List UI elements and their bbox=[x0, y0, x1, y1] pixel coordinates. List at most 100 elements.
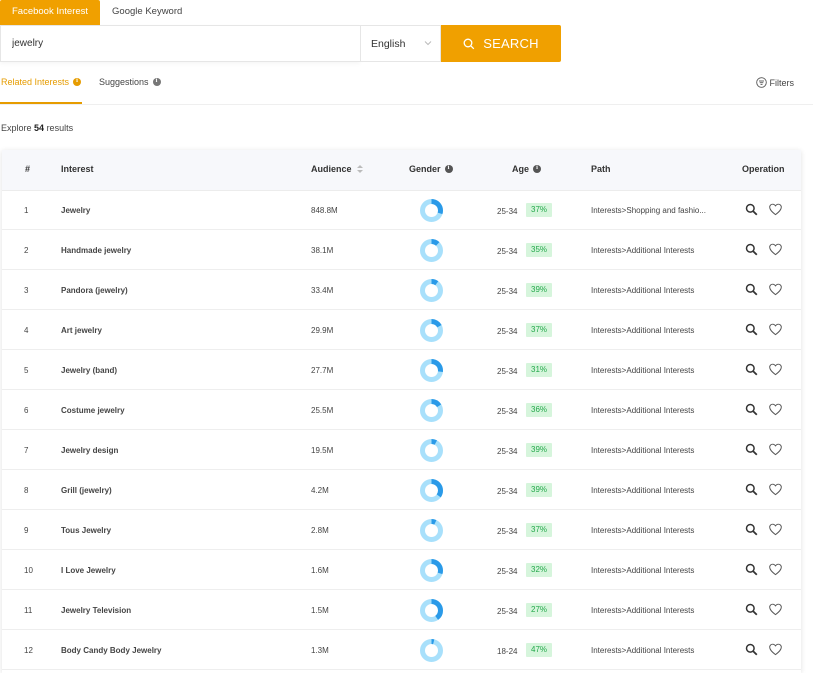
header-age-label: Age bbox=[512, 164, 530, 174]
heart-icon[interactable] bbox=[768, 602, 783, 617]
tab-suggestions[interactable]: Suggestions bbox=[99, 77, 161, 87]
search-icon[interactable] bbox=[745, 443, 758, 456]
interest-name: Costume jewelry bbox=[61, 406, 125, 415]
age-range: 25-34 bbox=[497, 607, 518, 616]
header-operation: Operation bbox=[742, 164, 785, 174]
interest-name: Handmade jewelry bbox=[61, 246, 132, 255]
search-icon[interactable] bbox=[745, 323, 758, 336]
row-number: 2 bbox=[24, 246, 29, 255]
row-number: 5 bbox=[24, 366, 29, 375]
gender-donut bbox=[420, 599, 443, 622]
age-range: 25-34 bbox=[497, 407, 518, 416]
row-number: 4 bbox=[24, 326, 29, 335]
tab-facebook-interest[interactable]: Facebook Interest bbox=[0, 0, 101, 25]
audience-size: 29.9M bbox=[311, 326, 334, 335]
tab-google-keyword[interactable]: Google Keyword bbox=[100, 0, 195, 25]
age-range: 25-34 bbox=[497, 207, 518, 216]
row-number: 3 bbox=[24, 286, 29, 295]
audience-size: 19.5M bbox=[311, 446, 334, 455]
interest-name: Body Candy Body Jewelry bbox=[61, 646, 162, 655]
header-audience[interactable]: Audience bbox=[311, 164, 363, 174]
header-path: Path bbox=[591, 164, 611, 174]
audience-size: 38.1M bbox=[311, 246, 334, 255]
age-percent-badge: 31% bbox=[526, 363, 553, 377]
search-icon[interactable] bbox=[745, 483, 758, 496]
age-percent-badge: 27% bbox=[526, 603, 553, 617]
heart-icon[interactable] bbox=[768, 242, 783, 257]
info-icon bbox=[152, 77, 161, 86]
age-percent-badge: 39% bbox=[526, 483, 553, 497]
gender-donut bbox=[420, 399, 443, 422]
interest-path: Interests>Additional Interests bbox=[591, 246, 695, 255]
gender-donut bbox=[420, 239, 443, 262]
interest-name: Grill (jewelry) bbox=[61, 486, 112, 495]
search-input[interactable] bbox=[1, 26, 363, 61]
heart-icon[interactable] bbox=[768, 402, 783, 417]
heart-icon[interactable] bbox=[768, 442, 783, 457]
age-percent-badge: 35% bbox=[526, 243, 553, 257]
audience-size: 1.6M bbox=[311, 566, 329, 575]
results-count: Explore 54 results bbox=[1, 123, 73, 133]
interest-name: Jewelry (band) bbox=[61, 366, 118, 375]
interest-path: Interests>Shopping and fashio... bbox=[591, 206, 706, 215]
table-row: 8 Grill (jewelry) 4.2M 25-34 39% Interests>Ad… bbox=[2, 470, 801, 510]
interest-path: Interests>Additional Interests bbox=[591, 646, 695, 655]
chevron-down-icon bbox=[424, 41, 432, 46]
row-number: 8 bbox=[24, 486, 29, 495]
tab-suggestions-label: Suggestions bbox=[99, 77, 149, 87]
age-percent-badge: 37% bbox=[526, 203, 553, 217]
sort-icon[interactable] bbox=[356, 164, 363, 174]
age-range: 25-34 bbox=[497, 287, 518, 296]
search-button[interactable]: SEARCH bbox=[441, 25, 561, 62]
table-header: # Interest Audience Gender Age Path Oper… bbox=[2, 150, 801, 191]
table-row: 10 I Love Jewelry 1.6M 25-34 32% Interests>Ad… bbox=[2, 550, 801, 590]
heart-icon[interactable] bbox=[768, 522, 783, 537]
table-row: 7 Jewelry design 19.5M 25-34 39% Interests>Ad… bbox=[2, 430, 801, 470]
heart-icon[interactable] bbox=[768, 282, 783, 297]
interest-path: Interests>Additional Interests bbox=[591, 446, 695, 455]
header-audience-label: Audience bbox=[311, 164, 352, 174]
audience-size: 25.5M bbox=[311, 406, 334, 415]
table-row: 4 Art jewelry 29.9M 25-34 37% Interests>Addit… bbox=[2, 310, 801, 350]
search-icon[interactable] bbox=[745, 283, 758, 296]
search-icon[interactable] bbox=[745, 603, 758, 616]
interest-path: Interests>Additional Interests bbox=[591, 566, 695, 575]
heart-icon[interactable] bbox=[768, 642, 783, 657]
gender-donut bbox=[420, 359, 443, 382]
heart-icon[interactable] bbox=[768, 322, 783, 337]
heart-icon[interactable] bbox=[768, 482, 783, 497]
row-number: 11 bbox=[24, 606, 33, 615]
interest-name: Tous Jewelry bbox=[61, 526, 112, 535]
interest-path: Interests>Additional Interests bbox=[591, 486, 695, 495]
search-icon[interactable] bbox=[745, 403, 758, 416]
results-suffix: results bbox=[46, 123, 74, 133]
tab-related-interests[interactable]: Related Interests bbox=[1, 77, 82, 87]
search-icon[interactable] bbox=[745, 643, 758, 656]
search-box bbox=[0, 25, 363, 62]
interests-table: # Interest Audience Gender Age Path Oper… bbox=[2, 150, 801, 673]
interest-name: Jewelry bbox=[61, 206, 91, 215]
interest-name: Jewelry Television bbox=[61, 606, 132, 615]
search-icon[interactable] bbox=[745, 243, 758, 256]
filters-button[interactable]: Filters bbox=[755, 77, 794, 88]
search-icon[interactable] bbox=[745, 363, 758, 376]
age-percent-badge: 39% bbox=[526, 283, 553, 297]
gender-donut bbox=[420, 479, 443, 502]
language-select[interactable]: English bbox=[360, 25, 441, 62]
filter-icon bbox=[755, 77, 767, 88]
age-range: 25-34 bbox=[497, 247, 518, 256]
search-icon[interactable] bbox=[745, 563, 758, 576]
table-row: 3 Pandora (jewelry) 33.4M 25-34 39% Interests… bbox=[2, 270, 801, 310]
audience-size: 1.3M bbox=[311, 646, 329, 655]
search-icon[interactable] bbox=[745, 203, 758, 216]
row-number: 12 bbox=[24, 646, 33, 655]
language-value: English bbox=[371, 38, 406, 50]
age-percent-badge: 37% bbox=[526, 323, 553, 337]
search-icon[interactable] bbox=[745, 523, 758, 536]
heart-icon[interactable] bbox=[768, 362, 783, 377]
results-number: 54 bbox=[34, 123, 45, 133]
heart-icon[interactable] bbox=[768, 202, 783, 217]
heart-icon[interactable] bbox=[768, 562, 783, 577]
row-number: 10 bbox=[24, 566, 33, 575]
table-row: 11 Jewelry Television 1.5M 25-34 27% Interest… bbox=[2, 590, 801, 630]
